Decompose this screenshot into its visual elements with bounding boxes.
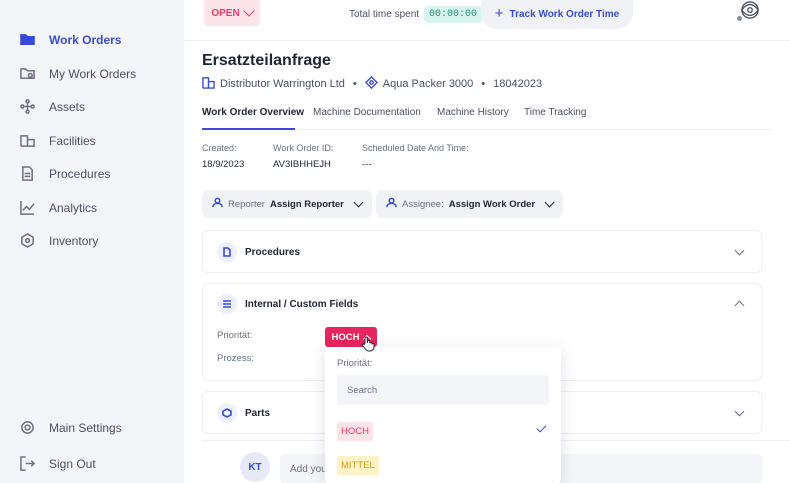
custom-fields-header[interactable]: Internal / Custom Fields — [217, 294, 358, 314]
procedures-panel[interactable]: Procedures — [202, 230, 762, 273]
sidebar-item-label: Assets — [49, 99, 86, 114]
sidebar-item-analytics[interactable]: Analytics — [20, 200, 97, 215]
dropdown-label: Priorität: — [337, 358, 373, 369]
priority-label: Priorität: — [217, 330, 253, 341]
created-label: Created: — [202, 143, 237, 153]
check-icon — [536, 422, 547, 433]
folder-icon — [20, 32, 35, 47]
sidebar-item-facilities[interactable]: Facilities — [20, 133, 96, 148]
user-icon — [212, 197, 223, 211]
tab-bar: Work Order Overview Machine Documentatio… — [202, 104, 772, 130]
panel-title: Internal / Custom Fields — [245, 298, 359, 310]
tab-machine-history[interactable]: Machine History — [437, 107, 509, 118]
reporter-value: Assign Reporter — [269, 198, 344, 210]
plus-icon: + — [494, 5, 504, 22]
machine-name[interactable]: Aqua Packer 3000 — [383, 78, 474, 90]
building-icon — [202, 76, 215, 92]
sidebar-item-label: Analytics — [49, 200, 98, 215]
status-dropdown[interactable]: OPEN — [204, 0, 260, 26]
sign-out-icon — [20, 456, 35, 471]
option-hoch[interactable]: HOCH — [337, 422, 373, 441]
sidebar: Work Orders My Work Orders Assets Facili… — [0, 0, 184, 483]
sidebar-item-assets[interactable]: Assets — [20, 99, 85, 114]
sidebar-item-label: Inventory — [49, 233, 99, 248]
separator: • — [352, 78, 357, 90]
dropdown-search-input[interactable] — [337, 375, 549, 405]
assets-icon — [20, 99, 35, 114]
sidebar-item-my-work-orders[interactable]: My Work Orders — [20, 66, 136, 81]
my-work-orders-icon — [20, 66, 35, 81]
sidebar-item-label: Sign Out — [49, 456, 96, 471]
sidebar-item-inventory[interactable]: Inventory — [20, 233, 98, 248]
facilities-icon — [20, 133, 35, 148]
divider — [184, 40, 790, 41]
sidebar-item-sign-out[interactable]: Sign Out — [20, 456, 96, 471]
parts-header: Parts — [217, 403, 270, 423]
sidebar-item-label: Procedures — [49, 166, 111, 181]
reporter-label: Reporter — [228, 198, 265, 210]
chevron-up-icon[interactable] — [734, 300, 745, 311]
machine-serial: 18042023 — [493, 78, 543, 90]
machine-icon — [364, 75, 378, 92]
sidebar-item-work-orders[interactable]: Work Orders — [20, 32, 121, 47]
priority-dropdown: Priorität: HOCH MITTEL — [325, 347, 561, 483]
panel-title: Procedures — [245, 246, 301, 258]
track-time-label: Track Work Order Time — [509, 9, 620, 20]
assignee-value: Assign Work Order — [448, 198, 536, 210]
chevron-down-icon[interactable] — [734, 245, 745, 256]
scheduled-value: --- — [362, 159, 372, 170]
chevron-down-icon — [243, 5, 255, 17]
list-icon — [217, 294, 237, 314]
status-label: OPEN — [211, 7, 240, 19]
analytics-icon — [20, 200, 35, 215]
notification-dot — [737, 16, 742, 21]
tab-work-order-overview[interactable]: Work Order Overview — [202, 107, 304, 118]
user-icon — [386, 197, 397, 211]
tab-time-tracking[interactable]: Time Tracking — [524, 107, 586, 118]
distributor-name[interactable]: Distributor Warrington Ltd — [220, 78, 345, 90]
inventory-icon — [20, 233, 35, 248]
work-order-id-label: Work Order ID: — [273, 143, 334, 153]
panel-title: Parts — [245, 407, 271, 419]
tab-machine-documentation[interactable]: Machine Documentation — [313, 107, 421, 118]
assignee-label: Assignee: — [402, 198, 444, 210]
sidebar-item-main-settings[interactable]: Main Settings — [20, 420, 122, 435]
work-order-id-value: AV3IBHHEJH — [273, 159, 331, 170]
sidebar-item-label: Work Orders — [49, 32, 122, 47]
chevron-down-icon — [544, 197, 555, 207]
work-order-meta: Distributor Warrington Ltd • Aqua Packer… — [202, 75, 543, 92]
hand-cursor-icon — [361, 336, 375, 352]
eye-icon — [741, 0, 759, 24]
gear-icon — [20, 420, 35, 435]
sidebar-item-label: My Work Orders — [49, 66, 137, 81]
scheduled-label: Scheduled Date And Time: — [362, 143, 469, 153]
sidebar-item-procedures[interactable]: Procedures — [20, 166, 110, 181]
time-spent-value: 00:00:00 — [424, 6, 483, 23]
procedures-icon — [217, 242, 237, 262]
created-value: 18/9/2023 — [202, 159, 245, 170]
procedures-icon — [20, 166, 35, 181]
separator: • — [481, 78, 486, 90]
parts-icon — [217, 403, 237, 423]
procedures-header: Procedures — [217, 242, 300, 262]
process-label: Prozess: — [217, 353, 254, 364]
option-mittel[interactable]: MITTEL — [337, 456, 379, 475]
work-order-detail: OPEN Total time spent 00:00:00 + Track W… — [184, 0, 790, 483]
chevron-down-icon — [353, 197, 364, 207]
track-time-button[interactable]: + Track Work Order Time — [481, 0, 633, 29]
assignee-select[interactable]: Assignee: Assign Work Order — [376, 190, 564, 218]
reporter-select[interactable]: Reporter Assign Reporter — [202, 190, 372, 218]
sidebar-item-label: Main Settings — [49, 420, 122, 435]
time-spent-label: Total time spent — [349, 9, 420, 20]
chevron-down-icon[interactable] — [734, 406, 745, 417]
page-title: Ersatzteilanfrage — [202, 52, 331, 69]
avatar: KT — [240, 452, 270, 482]
active-tab-indicator — [202, 128, 295, 130]
sidebar-item-label: Facilities — [49, 133, 96, 148]
priority-value: HOCH — [331, 331, 360, 343]
